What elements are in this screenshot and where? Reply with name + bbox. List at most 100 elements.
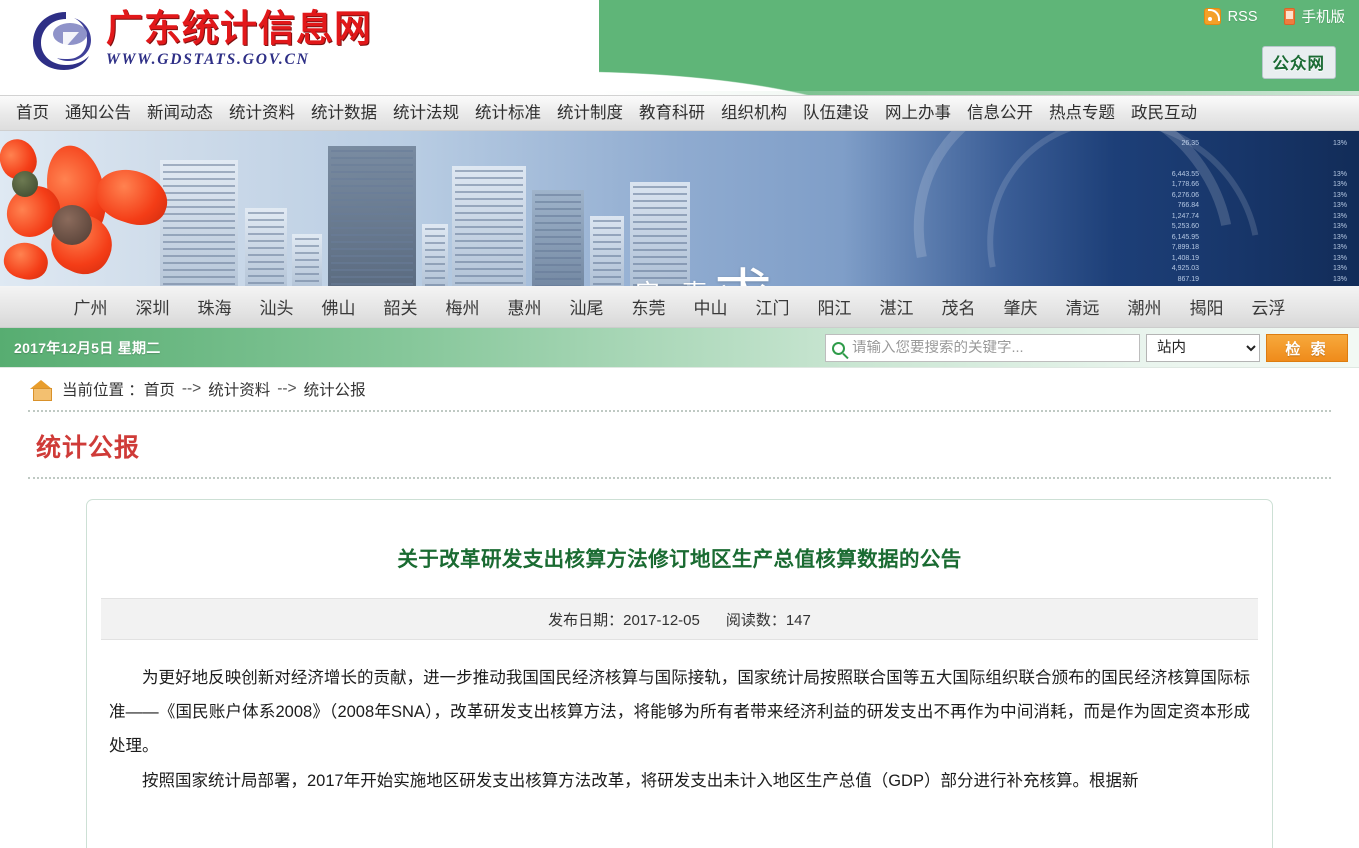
banner-data-pct: 13% — [1332, 254, 1347, 262]
city-item-maoming[interactable]: 茂名 — [928, 294, 990, 319]
article-paragraph: 按照国家统计局部署，2017年开始实施地区研发支出核算方法改革，将研发支出未计入… — [142, 772, 1139, 791]
banner-data-value: 6,276.06 — [1171, 191, 1199, 199]
banner-data-row: 5,253.60 13% — [1124, 222, 1347, 233]
city-item-shaoguan[interactable]: 韶关 — [370, 294, 432, 319]
nav-item-organization[interactable]: 组织机构 — [713, 96, 795, 130]
public-network-button[interactable]: 公众网 — [1261, 46, 1336, 79]
article-paragraph: 为更好地反映创新对经济增长的贡献，进一步推动我国国民经济核算与国际接轨，国家统计… — [109, 669, 1250, 755]
banner-slogan: 实 事求 — [635, 249, 772, 286]
city-item-zhuhai[interactable]: 珠海 — [184, 294, 246, 319]
city-item-shenzhen[interactable]: 深圳 — [122, 294, 184, 319]
nav-item-interaction[interactable]: 政民互动 — [1123, 96, 1205, 130]
search-input[interactable] — [852, 340, 1133, 356]
banner-data-row: 7,899.18 13% — [1124, 243, 1347, 254]
city-item-zhongshan[interactable]: 中山 — [680, 294, 742, 319]
mobile-version-label: 手机版 — [1301, 10, 1346, 26]
city-item-zhanjiang[interactable]: 湛江 — [866, 294, 928, 319]
banner-statistics-overlay: 26.35 13% 6,443.55 13% 1,778.66 13% 6,276.0… — [1124, 131, 1359, 286]
banner-data-row: 766.84 13% — [1124, 201, 1347, 212]
banner-data-pct: 13% — [1332, 233, 1347, 241]
city-item-chaozhou[interactable]: 潮州 — [1114, 294, 1176, 319]
banner-data-pct: 13% — [1332, 170, 1347, 178]
page-title: 统计公报 — [36, 434, 141, 462]
banner-data-value: 867.19 — [1177, 275, 1199, 283]
banner-data-row: 1,247.74 13% — [1124, 212, 1347, 223]
banner-data-value: 26.35 — [1181, 140, 1199, 147]
search-bar: 2017年12月5日 星期二 站内 检 索 — [0, 328, 1359, 368]
nav-item-stat-laws[interactable]: 统计法规 — [385, 96, 467, 130]
nav-item-stat-systems[interactable]: 统计制度 — [549, 96, 631, 130]
banner-data-row: 1,778.66 13% — [1124, 180, 1347, 191]
breadcrumb: 当前位置 ： 首页 --> 统计资料 --> 统计公报 — [24, 368, 1335, 410]
city-item-zhaoqing[interactable]: 肇庆 — [990, 294, 1052, 319]
nav-item-notices[interactable]: 通知公告 — [57, 96, 139, 130]
city-item-jiangmen[interactable]: 江门 — [742, 294, 804, 319]
city-item-shantou[interactable]: 汕头 — [246, 294, 308, 319]
city-item-huizhou[interactable]: 惠州 — [494, 294, 556, 319]
banner-data-value: 1,247.74 — [1171, 212, 1199, 220]
mobile-version-link[interactable]: 手机版 — [1283, 6, 1346, 27]
article-title: 关于改革研发支出核算方法修订地区生产总值核算数据的公告 — [397, 548, 962, 571]
banner-data-pct: 13% — [1332, 212, 1347, 220]
banner-slogan-large: 求 — [714, 262, 772, 286]
city-item-meizhou[interactable]: 梅州 — [432, 294, 494, 319]
banner-data-row: 4,925.03 13% — [1124, 264, 1347, 275]
banner-data-pct: 13% — [1332, 223, 1347, 230]
city-item-dongguan[interactable]: 东莞 — [618, 294, 680, 319]
top-utility-links: RSS 手机版 — [1203, 6, 1346, 27]
nav-item-stat-standards[interactable]: 统计标准 — [467, 96, 549, 130]
article-body: 为更好地反映创新对经济增长的贡献，进一步推动我国国民经济核算与国际接轨，国家统计… — [87, 640, 1272, 799]
site-logo[interactable]: 广东统计信息网 WWW.GDSTATS.GOV.CN — [30, 8, 372, 74]
banner-cityscape-image — [150, 136, 710, 286]
search-scope-select[interactable]: 站内 — [1146, 334, 1260, 362]
breadcrumb-separator: --> — [277, 380, 297, 397]
search-submit-button[interactable]: 检 索 — [1266, 334, 1348, 362]
city-item-jieyang[interactable]: 揭阳 — [1176, 294, 1238, 319]
rss-link[interactable]: RSS — [1203, 8, 1258, 25]
page-content: 当前位置 ： 首页 --> 统计资料 --> 统计公报 统计公报 关于改革研发支… — [0, 368, 1359, 848]
home-icon[interactable] — [30, 379, 53, 401]
banner-data-pct: 13% — [1332, 265, 1347, 272]
banner-data-row: 6,443.55 13% — [1124, 170, 1347, 181]
banner-data-pct: 13% — [1332, 140, 1347, 147]
breadcrumb-item-home[interactable]: 首页 — [144, 378, 175, 400]
nav-item-hot-topics[interactable]: 热点专题 — [1041, 96, 1123, 130]
nav-item-info-disclosure[interactable]: 信息公开 — [959, 96, 1041, 130]
search-icon — [832, 341, 845, 355]
nav-item-news[interactable]: 新闻动态 — [139, 96, 221, 130]
current-date-label: 2017年12月5日 星期二 — [14, 339, 161, 356]
city-item-shanwei[interactable]: 汕尾 — [556, 294, 618, 319]
banner-data-pct: 13% — [1332, 202, 1347, 209]
banner-data-row: 6,145.95 13% — [1124, 233, 1347, 244]
city-item-yangjiang[interactable]: 阳江 — [804, 294, 866, 319]
city-item-qingyuan[interactable]: 清远 — [1052, 294, 1114, 319]
site-banner: 实 事求 26.35 13% 6,443.55 13% 1,778.66 13% 6,… — [0, 131, 1359, 286]
nav-item-home[interactable]: 首页 — [8, 96, 57, 130]
banner-data-value: 1,778.66 — [1171, 181, 1199, 188]
city-item-foshan[interactable]: 佛山 — [308, 294, 370, 319]
banner-data-pct: 13% — [1332, 275, 1347, 283]
banner-kapok-flower-image — [0, 131, 200, 286]
rss-icon — [1203, 8, 1221, 25]
city-item-yunfu[interactable]: 云浮 — [1238, 294, 1300, 319]
banner-slogan-small: 实 事 — [635, 279, 714, 286]
banner-data-value: 6,443.55 — [1171, 170, 1199, 178]
rss-link-label: RSS — [1227, 8, 1258, 25]
nav-item-stat-materials[interactable]: 统计资料 — [221, 96, 303, 130]
nav-item-stat-data[interactable]: 统计数据 — [303, 96, 385, 130]
nav-item-team-building[interactable]: 队伍建设 — [795, 96, 877, 130]
banner-data-row: 26.35 13% — [1124, 139, 1347, 150]
breadcrumb-item-stat-materials[interactable]: 统计资料 — [208, 378, 270, 400]
article-view-count: 阅读数：147 — [725, 611, 811, 629]
nav-item-education[interactable]: 教育科研 — [631, 96, 713, 130]
article-meta: 发布日期：2017-12-05 阅读数：147 — [101, 598, 1258, 640]
section-divider — [28, 477, 1331, 479]
banner-data-value: 1,408.19 — [1171, 254, 1199, 262]
logo-emblem-icon — [30, 8, 102, 74]
banner-data-pct: 13% — [1332, 191, 1347, 199]
city-item-guangzhou[interactable]: 广州 — [60, 294, 122, 319]
breadcrumb-item-stat-bulletin[interactable]: 统计公报 — [304, 378, 366, 400]
search-input-container[interactable] — [825, 334, 1140, 362]
mobile-phone-icon — [1283, 8, 1295, 25]
nav-item-online-service[interactable]: 网上办事 — [877, 96, 959, 130]
